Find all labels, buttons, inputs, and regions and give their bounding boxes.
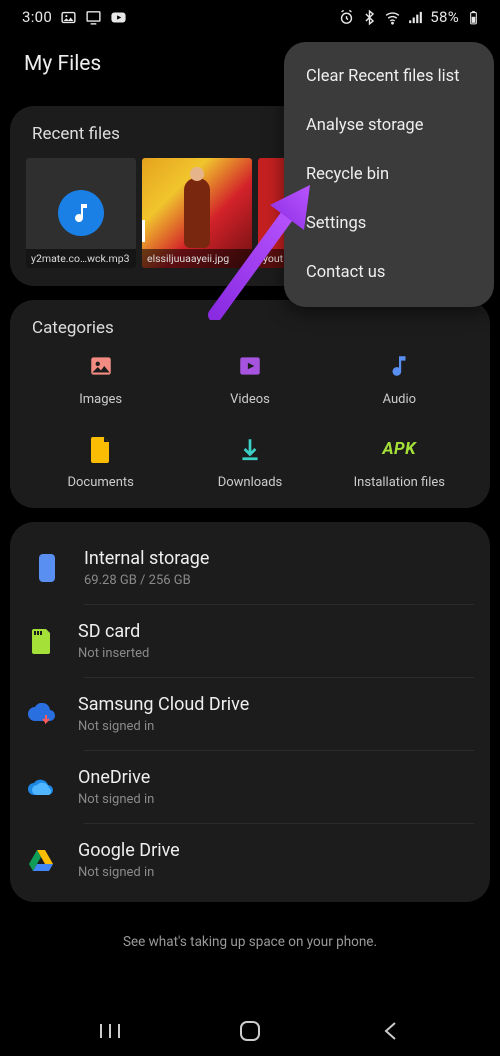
menu-item-analyse-storage[interactable]: Analyse storage [284,101,494,150]
recent-file-image[interactable]: W84 elssiljuuaayeii.jpg [142,158,252,268]
cast-status-icon [85,9,102,26]
alarm-status-icon [338,9,355,26]
battery-status-icon [465,9,482,26]
apk-icon: APK [385,435,413,463]
wifi-status-icon [384,9,401,26]
status-bar: 3:00 58% [0,0,500,34]
storage-name: Samsung Cloud Drive [78,694,249,715]
category-label: Images [79,392,122,407]
storage-sub: Not signed in [78,792,154,807]
sd-icon [26,626,56,656]
audio-icon [385,352,413,380]
onedrive-icon [26,772,56,802]
music-note-icon [69,201,93,225]
storage-sub: Not signed in [78,719,249,734]
storage-sd[interactable]: SD card Not inserted [84,604,474,677]
menu-item-recycle-bin[interactable]: Recycle bin [284,150,494,199]
phone-icon [32,553,62,583]
category-documents[interactable]: Documents [26,435,175,490]
gdrive-icon [26,845,56,875]
storage-name: SD card [78,621,149,642]
categories-card: Categories Images Videos Audio [10,300,490,508]
youtube-status-icon [110,9,127,26]
images-icon [87,352,115,380]
nav-home-button[interactable] [220,1016,280,1046]
categories-heading: Categories [26,318,474,338]
signal-status-icon [407,9,424,26]
category-images[interactable]: Images [26,352,175,407]
downloads-icon [236,435,264,463]
nav-back-button[interactable] [360,1016,420,1046]
category-installation-files[interactable]: APK Installation files [325,435,474,490]
storage-card: Internal storage 69.28 GB / 256 GB SD ca… [10,522,490,902]
category-label: Videos [230,392,270,407]
category-label: Documents [67,475,133,490]
storage-sub: Not signed in [78,865,180,880]
category-label: Audio [383,392,416,407]
menu-item-clear-recent[interactable]: Clear Recent files list [284,52,494,101]
navigation-bar [0,1006,500,1056]
storage-onedrive[interactable]: OneDrive Not signed in [84,750,474,823]
category-downloads[interactable]: Downloads [175,435,324,490]
storage-name: Internal storage [84,548,209,569]
recent-file-caption: y2mate.co…wck.mp3 [26,249,136,268]
category-label: Installation files [354,475,445,490]
battery-percent: 58% [430,8,459,26]
storage-gdrive[interactable]: Google Drive Not signed in [84,823,474,896]
overflow-menu: Clear Recent files list Analyse storage … [284,42,494,307]
footer-hint[interactable]: See what's taking up space on your phone… [0,916,500,960]
storage-samsung-cloud[interactable]: Samsung Cloud Drive Not signed in [84,677,474,750]
category-audio[interactable]: Audio [325,352,474,407]
videos-icon [236,352,264,380]
category-label: Downloads [218,475,283,490]
storage-name: Google Drive [78,840,180,861]
storage-sub: 69.28 GB / 256 GB [84,573,209,588]
recent-file-audio[interactable]: y2mate.co…wck.mp3 [26,158,136,268]
status-time: 3:00 [22,8,52,26]
nav-recent-button[interactable] [80,1016,140,1046]
picture-status-icon [60,9,77,26]
bluetooth-status-icon [361,9,378,26]
category-videos[interactable]: Videos [175,352,324,407]
menu-item-settings[interactable]: Settings [284,199,494,248]
storage-name: OneDrive [78,767,154,788]
storage-sub: Not inserted [78,646,149,661]
storage-internal[interactable]: Internal storage 69.28 GB / 256 GB [26,532,474,604]
recent-file-caption: elssiljuuaayeii.jpg [142,249,252,268]
samsung-cloud-icon [26,699,56,729]
thumbnail-badge: W84 [142,220,145,242]
documents-icon [87,435,115,463]
menu-item-contact-us[interactable]: Contact us [284,248,494,297]
